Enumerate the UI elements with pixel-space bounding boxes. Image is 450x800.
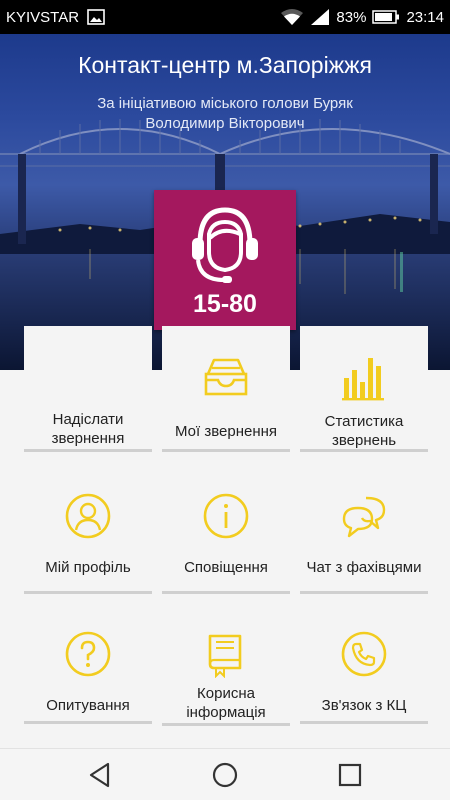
contact-center-label: Зв'язок з КЦ (321, 697, 407, 714)
home-icon[interactable] (211, 761, 239, 789)
subtitle-line-1: За ініціативою міського голови Буряк (97, 95, 353, 112)
chat-label: Чат з фахівцями (306, 559, 422, 576)
recents-icon[interactable] (336, 761, 364, 789)
divider (162, 723, 290, 726)
bar-chart-icon (342, 358, 384, 401)
divider (24, 721, 152, 724)
profile-icon (65, 493, 111, 539)
battery-level: 83% (336, 8, 367, 26)
my-profile-label: Мій профіль (45, 559, 131, 576)
statistics-label: Статистика звернень (324, 413, 404, 449)
phone-icon (341, 631, 387, 677)
divider (300, 721, 428, 724)
my-profile-button[interactable]: Мій профіль (24, 484, 152, 608)
info-icon (203, 493, 249, 539)
divider (162, 449, 290, 452)
clock: 23:14 (406, 8, 444, 26)
useful-info-button[interactable]: Корисна інформація (162, 624, 290, 748)
signal-icon (310, 8, 330, 26)
menu-grid: Надіслати звернення Мої звернення Статис… (0, 326, 450, 748)
send-request-label: Надіслати звернення (51, 411, 125, 447)
page-subtitle: За ініціативою міського голови Буряк Вол… (60, 94, 390, 134)
carrier-name: KYIVSTAR (6, 8, 80, 26)
divider (162, 591, 290, 594)
notifications-label: Сповіщення (184, 559, 268, 576)
image-icon (87, 9, 105, 25)
back-icon[interactable] (86, 761, 114, 789)
my-requests-button[interactable]: Мої звернення (162, 326, 290, 452)
surveys-button[interactable]: Опитування (24, 624, 152, 748)
wifi-icon (280, 8, 304, 26)
hotline-button[interactable]: 15-80 (154, 190, 296, 330)
book-icon (208, 634, 242, 678)
system-nav-bar (0, 748, 450, 800)
contact-center-button[interactable]: Зв'язок з КЦ (300, 624, 428, 748)
hotline-number: 15-80 (193, 290, 257, 318)
page-title: Контакт-центр м.Запоріжжя (78, 52, 372, 78)
battery-icon (372, 10, 400, 24)
divider (300, 449, 428, 452)
divider (24, 591, 152, 594)
send-request-label-area: Надіслати звернення (24, 370, 152, 452)
chat-button[interactable]: Чат з фахівцями (300, 484, 428, 608)
divider (24, 449, 152, 452)
operator-headset-icon (192, 207, 258, 283)
my-requests-label: Мої звернення (174, 423, 278, 440)
statistics-button[interactable]: Статистика звернень (300, 326, 428, 452)
inbox-icon (204, 358, 248, 396)
header-banner: Контакт-центр м.Запоріжжя За ініціативою… (0, 34, 450, 370)
subtitle-line-2: Володимир Вікторович (145, 115, 305, 132)
surveys-label: Опитування (46, 697, 130, 714)
useful-info-label: Корисна інформація (186, 685, 266, 721)
question-icon (65, 631, 111, 677)
divider (300, 591, 428, 594)
status-bar: KYIVSTAR 83% 23:14 (0, 0, 450, 34)
chat-icon (342, 496, 386, 538)
notifications-button[interactable]: Сповіщення (162, 484, 290, 608)
